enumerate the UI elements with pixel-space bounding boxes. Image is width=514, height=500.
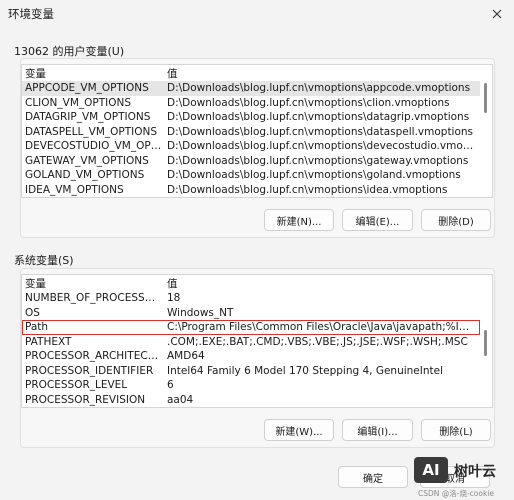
variable-value: Windows_NT: [167, 306, 234, 319]
column-header-value[interactable]: 值: [167, 66, 178, 81]
table-row[interactable]: PROCESSOR_REVISION aa04: [22, 393, 480, 408]
variable-name: PROCESSOR_LEVEL: [25, 379, 128, 391]
system-vars-label: 系统变量(S): [14, 254, 74, 267]
variable-name: GOLAND_VM_OPTIONS: [25, 169, 145, 181]
user-new-button[interactable]: 新建(N)...: [264, 209, 334, 231]
variable-value: AMD64: [167, 350, 205, 362]
variable-value: D:\Downloads\blog.lupf.cn\vmoptions\deve…: [167, 140, 477, 152]
ok-button[interactable]: 确定: [338, 466, 408, 488]
variable-value: D:\Downloads\blog.lupf.cn\vmoptions\appc…: [167, 82, 471, 94]
table-row[interactable]: NUMBER_OF_PROCESSORS 18: [22, 291, 480, 306]
variable-value: Intel64 Family 6 Model 170 Stepping 4, G…: [167, 364, 444, 377]
variable-value: D:\Downloads\blog.lupf.cn\vmoptions\clio…: [167, 96, 450, 109]
user-edit-button[interactable]: 编辑(E)...: [342, 209, 413, 231]
variable-name: CLION_VM_OPTIONS: [25, 96, 132, 109]
column-header-name[interactable]: 变量: [25, 276, 46, 291]
table-row[interactable]: DATASPELL_VM_OPTIONS D:\Downloads\blog.lu…: [22, 125, 480, 140]
system-delete-button[interactable]: 删除(L): [421, 419, 491, 441]
variable-name: IDEA_VM_OPTIONS: [25, 183, 124, 196]
variable-value: D:\Downloads\blog.lupf.cn\vmoptions\data…: [167, 111, 470, 123]
variable-value: 18: [167, 292, 181, 304]
column-header-value[interactable]: 值: [167, 276, 178, 291]
variable-name: PROCESSOR_ARCHITECTU...: [25, 350, 163, 362]
variable-name: PATHEXT: [25, 335, 72, 348]
watermark: AI 树叶云 CSDN @洛-烧-cookie: [412, 455, 514, 500]
variable-name: DEVECOSTUDIO_VM_OPTI...: [25, 140, 163, 152]
variable-name: GATEWAY_VM_OPTIONS: [25, 154, 149, 167]
system-vars-list[interactable]: 变量 值 NUMBER_OF_PROCESSORS 18 OS Windows_NT P…: [21, 274, 493, 408]
table-row[interactable]: IDEA_VM_OPTIONS D:\Downloads\blog.lupf.cn…: [22, 183, 480, 198]
close-icon: [492, 9, 502, 19]
variable-value: C:\Program Files\Common Files\Oracle\Jav…: [167, 321, 477, 333]
variable-value: D:\Downloads\blog.lupf.cn\vmoptions\data…: [167, 125, 474, 138]
variable-value: D:\Downloads\blog.lupf.cn\vmoptions\idea…: [167, 183, 448, 196]
user-vars-label: 13062 的用户变量(U): [14, 45, 125, 58]
system-vars-scroll-thumb[interactable]: [484, 330, 487, 356]
variable-value: 6: [167, 379, 174, 391]
table-row[interactable]: APPCODE_VM_OPTIONS D:\Downloads\blog.lupf…: [22, 81, 480, 96]
watermark-ai-badge: AI: [414, 457, 448, 483]
user-delete-button[interactable]: 删除(D): [421, 209, 491, 231]
table-row[interactable]: PROCESSOR_ARCHITECTU... AMD64: [22, 349, 480, 364]
close-button[interactable]: [486, 4, 508, 24]
variable-name: APPCODE_VM_OPTIONS: [25, 82, 149, 94]
table-row[interactable]: DATAGRIP_VM_OPTIONS D:\Downloads\blog.lup…: [22, 110, 480, 125]
column-header-name[interactable]: 变量: [25, 66, 46, 81]
system-new-button[interactable]: 新建(W)...: [264, 419, 334, 441]
table-row[interactable]: DEVECOSTUDIO_VM_OPTI... D:\Downloads\blog…: [22, 139, 480, 154]
user-vars-rows: APPCODE_VM_OPTIONS D:\Downloads\blog.lupf…: [22, 81, 480, 197]
variable-name: Path: [25, 321, 49, 333]
variable-name: DATASPELL_VM_OPTIONS: [25, 125, 158, 138]
variable-value: .COM;.EXE;.BAT;.CMD;.VBS;.VBE;.JS;.JSE;.…: [167, 335, 468, 348]
system-vars-rows: NUMBER_OF_PROCESSORS 18 OS Windows_NT Path C:…: [22, 291, 480, 407]
variable-name: OS: [25, 306, 40, 319]
variable-name: DATAGRIP_VM_OPTIONS: [25, 111, 151, 123]
table-row[interactable]: GOLAND_VM_OPTIONS D:\Downloads\blog.lupf.…: [22, 168, 480, 183]
table-row[interactable]: OS Windows_NT: [22, 306, 480, 321]
table-row[interactable]: PROCESSOR_IDENTIFIER Intel64 Family 6 Mod…: [22, 364, 480, 379]
user-vars-scroll-thumb[interactable]: [484, 83, 487, 113]
system-edit-button[interactable]: 编辑(I)...: [342, 419, 413, 441]
user-vars-header: 变量 值: [22, 65, 480, 81]
title-bar: 环境变量: [0, 0, 514, 28]
watermark-credit: CSDN @洛-烧-cookie: [418, 489, 495, 498]
table-row[interactable]: CLION_VM_OPTIONS D:\Downloads\blog.lupf.c…: [22, 96, 480, 111]
user-vars-list[interactable]: 变量 值 APPCODE_VM_OPTIONS D:\Downloads\blog…: [21, 64, 493, 198]
user-vars-scrollbar[interactable]: [480, 65, 492, 197]
window-title: 环境变量: [8, 7, 54, 21]
variable-value: D:\Downloads\blog.lupf.cn\vmoptions\gate…: [167, 154, 469, 167]
system-vars-scrollbar[interactable]: [480, 275, 492, 407]
table-row[interactable]: PROCESSOR_LEVEL 6: [22, 378, 480, 393]
variable-value: D:\Downloads\blog.lupf.cn\vmoptions\gola…: [167, 169, 461, 181]
variable-value: aa04: [167, 393, 194, 406]
variable-name: PROCESSOR_REVISION: [25, 393, 146, 406]
watermark-brand: 树叶云: [454, 464, 496, 480]
variable-name: NUMBER_OF_PROCESSORS: [25, 292, 163, 304]
table-row[interactable]: GATEWAY_VM_OPTIONS D:\Downloads\blog.lupf…: [22, 154, 480, 169]
table-row[interactable]: PATHEXT .COM;.EXE;.BAT;.CMD;.VBS;.VBE;.JS…: [22, 335, 480, 350]
table-row[interactable]: Path C:\Program Files\Common Files\Oracle…: [22, 320, 480, 335]
system-vars-header: 变量 值: [22, 275, 480, 291]
variable-name: PROCESSOR_IDENTIFIER: [25, 364, 154, 377]
